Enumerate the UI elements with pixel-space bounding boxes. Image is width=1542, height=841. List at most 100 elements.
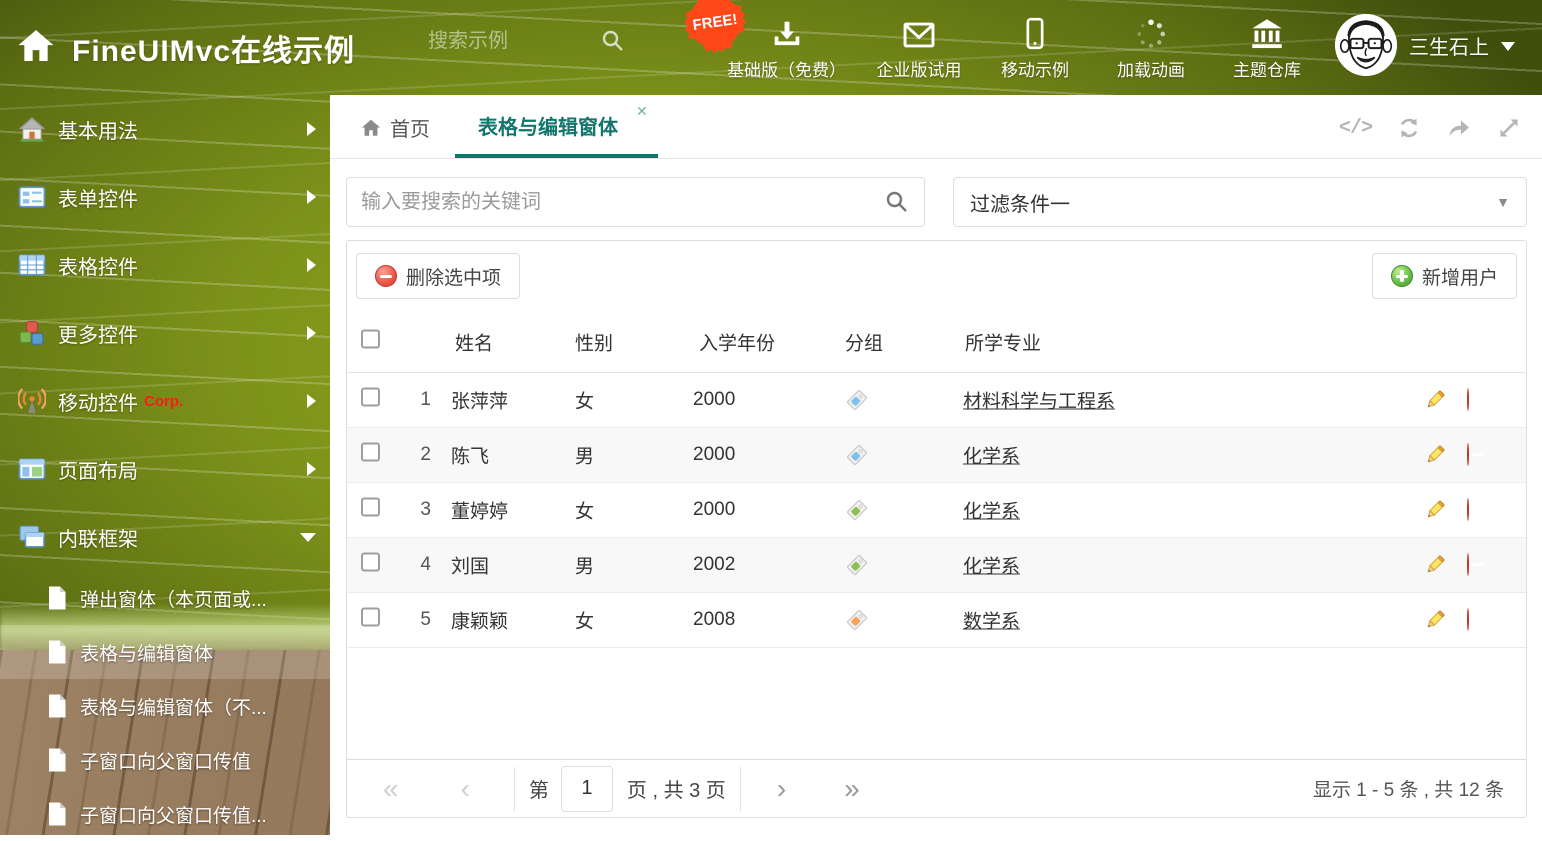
sidebar-item-page-layout[interactable]: 页面布局: [0, 435, 330, 503]
keyword-search-box: [346, 177, 925, 227]
major-link[interactable]: 化学系: [963, 557, 1020, 578]
share-icon[interactable]: [1446, 115, 1472, 141]
major-link[interactable]: 化学系: [963, 447, 1020, 468]
chevron-right-icon: [307, 326, 316, 340]
nav-item-enterprise-trial[interactable]: 企业版试用: [876, 10, 962, 81]
row-number: 1: [391, 389, 431, 411]
cell-gender: 女: [575, 607, 594, 634]
row-checkbox[interactable]: [361, 388, 380, 407]
mobile-icon: [1024, 10, 1046, 50]
page-icon: [46, 585, 68, 611]
chevron-down-icon: [1501, 42, 1515, 51]
form-icon: [18, 183, 46, 211]
last-page-button[interactable]: »: [844, 775, 860, 803]
nav-item-mobile-demo[interactable]: 移动示例: [992, 10, 1078, 81]
edit-button[interactable]: [1423, 443, 1447, 467]
delete-row-button[interactable]: [1467, 609, 1469, 631]
button-label: 删除选中项: [406, 263, 501, 290]
cell-name: 康颖颖: [451, 607, 508, 634]
active-tab-underline: [455, 154, 658, 158]
sidebar-item-mobile-controls[interactable]: 移动控件 Corp.: [0, 367, 330, 435]
sidebar: 基本用法 表单控件 表格控件: [0, 95, 330, 835]
sidebar-subitem-child-to-parent-2[interactable]: 子窗口向父窗口传值...: [0, 787, 330, 841]
header-search-field[interactable]: [428, 30, 588, 53]
column-header-major[interactable]: 所学专业: [965, 328, 1041, 355]
nav-label: 移动示例: [1001, 56, 1069, 81]
table-row: 3 董婷婷 女 2000 化学系: [347, 483, 1526, 538]
home-icon[interactable]: [16, 26, 56, 66]
user-name: 三生石上: [1409, 31, 1489, 60]
header-search-input[interactable]: [428, 30, 588, 53]
edit-button[interactable]: [1423, 608, 1447, 632]
refresh-icon[interactable]: [1396, 115, 1422, 141]
sidebar-subitem-grid-edit-window[interactable]: 表格与编辑窗体: [0, 625, 330, 679]
column-header-gender[interactable]: 性别: [575, 328, 613, 355]
delete-selected-button[interactable]: 删除选中项: [356, 253, 520, 299]
chevron-down-icon: [300, 533, 316, 542]
page-number-input[interactable]: [561, 766, 613, 812]
column-header-name[interactable]: 姓名: [455, 328, 493, 355]
tag-icon: [845, 443, 869, 467]
row-checkbox[interactable]: [361, 608, 380, 627]
edit-button[interactable]: [1423, 553, 1447, 577]
delete-row-button[interactable]: [1467, 389, 1469, 411]
tab-label: 表格与编辑窗体: [478, 117, 618, 139]
nav-item-theme-repo[interactable]: 主题仓库: [1224, 10, 1310, 81]
main-content: 首页 表格与编辑窗体 ✕ </>: [330, 95, 1542, 835]
sidebar-item-more-controls[interactable]: 更多控件: [0, 299, 330, 367]
sidebar-item-form-controls[interactable]: 表单控件: [0, 163, 330, 231]
cell-gender: 男: [575, 552, 594, 579]
sidebar-subitem-grid-edit-window-2[interactable]: 表格与编辑窗体（不...: [0, 679, 330, 733]
tag-icon: [845, 608, 869, 632]
tag-icon: [845, 553, 869, 577]
edit-button[interactable]: [1423, 388, 1447, 412]
sidebar-item-grid-controls[interactable]: 表格控件: [0, 231, 330, 299]
envelope-icon: [902, 10, 936, 50]
sidebar-subitem-child-to-parent[interactable]: 子窗口向父窗口传值: [0, 733, 330, 787]
sidebar-item-label: 页面布局: [58, 455, 138, 484]
table-row: 4 刘国 男 2002 化学系: [347, 538, 1526, 593]
next-page-button[interactable]: ›: [777, 775, 786, 803]
row-checkbox[interactable]: [361, 553, 380, 572]
select-all-checkbox[interactable]: [361, 329, 380, 348]
column-header-year[interactable]: 入学年份: [699, 328, 775, 355]
filter-row: 过滤条件一 ▼: [346, 177, 1527, 227]
bank-icon: [1250, 10, 1284, 50]
table-row: 1 张萍萍 女 2000 材料科学与工程系: [347, 373, 1526, 428]
divider: [740, 767, 741, 811]
cell-name: 董婷婷: [451, 497, 508, 524]
user-menu[interactable]: 三生石上: [1335, 14, 1515, 76]
sidebar-subitem-popup-window[interactable]: 弹出窗体（本页面或...: [0, 571, 330, 625]
prev-page-button[interactable]: ‹: [461, 775, 470, 803]
search-icon[interactable]: [884, 189, 910, 215]
minus-circle-icon: [375, 265, 397, 287]
keyword-search-input[interactable]: [347, 191, 884, 214]
table-row: 5 康颖颖 女 2008 数学系: [347, 593, 1526, 648]
nav-item-loading-animation[interactable]: 加载动画: [1108, 10, 1194, 81]
edit-button[interactable]: [1423, 498, 1447, 522]
tab-home[interactable]: 首页: [360, 113, 430, 142]
source-code-icon[interactable]: </>: [1339, 117, 1372, 140]
tab-toolbar: </>: [1339, 115, 1522, 141]
delete-row-button[interactable]: [1467, 444, 1469, 466]
major-link[interactable]: 化学系: [963, 502, 1020, 523]
delete-row-button[interactable]: [1467, 499, 1469, 521]
close-icon[interactable]: ✕: [636, 103, 648, 120]
major-link[interactable]: 数学系: [963, 612, 1020, 633]
add-user-button[interactable]: 新增用户: [1372, 253, 1517, 299]
filter-dropdown[interactable]: 过滤条件一 ▼: [953, 177, 1527, 227]
major-link[interactable]: 材料科学与工程系: [963, 392, 1115, 413]
sidebar-item-basic-usage[interactable]: 基本用法: [0, 95, 330, 163]
first-page-button[interactable]: «: [383, 775, 399, 803]
row-checkbox[interactable]: [361, 498, 380, 517]
antenna-icon: [18, 387, 46, 415]
tab-grid-edit-window[interactable]: 表格与编辑窗体: [478, 111, 618, 140]
cell-gender: 女: [575, 497, 594, 524]
expand-icon[interactable]: [1496, 115, 1522, 141]
search-icon[interactable]: [600, 28, 626, 54]
column-header-group[interactable]: 分组: [845, 328, 883, 355]
nav-item-basic-edition[interactable]: 基础版（免费）: [727, 10, 846, 81]
row-checkbox[interactable]: [361, 443, 380, 462]
sidebar-item-iframe[interactable]: 内联框架: [0, 503, 330, 571]
delete-row-button[interactable]: [1467, 554, 1469, 576]
